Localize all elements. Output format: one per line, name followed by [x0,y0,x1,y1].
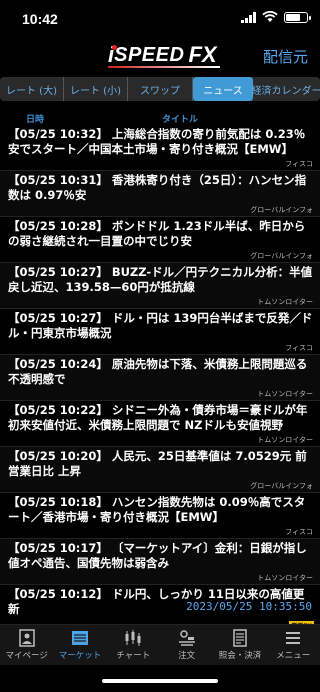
news-source: トムソンロイター [257,298,313,306]
mypage-icon [18,629,35,647]
tab-rate-small[interactable]: レート (小) [64,77,128,101]
current-timestamp: 2023/05/25 10:35:50 [186,600,312,613]
home-indicator[interactable] [102,679,218,683]
app-header: i SPEED FX 配信元 [0,40,320,72]
news-title: 【05/25 10:27】 ドル・円は 139円台半ばまで反発／ドル・円東京市場… [8,311,313,340]
delivery-source-link[interactable]: 配信元 [263,46,308,67]
news-item[interactable]: 【05/25 10:27】 BUZZ-ドル／円テクニカル分析：半値戻し近辺、13… [0,263,320,309]
nav-order[interactable]: 注文 [160,625,213,665]
nav-label: チャート [116,651,151,661]
nav-inquiry-settlement[interactable]: 照会・決済 [213,625,266,665]
nav-label: マーケット [58,651,102,661]
ispeed-fx-logo: i SPEED FX [108,40,220,70]
nav-menu[interactable]: メニュー [267,625,320,665]
nav-label: 注文 [178,651,196,661]
logo-underline [108,66,220,68]
news-item[interactable]: 【05/25 10:24】 原油先物は下落、米債務上限問題巡る不透明感で トムソ… [0,355,320,401]
news-item[interactable]: 【05/25 10:22】 シドニー外為・債券市場＝豪ドルが年初来安値付近、米債… [0,401,320,447]
logo-fx: FX [188,42,217,67]
news-title: 【05/25 10:31】 香港株寄り付き（25日）：ハンセン指数は 0.97％… [8,173,307,202]
news-source: グローバルインフォ [250,206,313,214]
bottom-nav: マイページ マーケット チャート 注文 照会・決済 メニュー [0,624,320,665]
tab-rate-large[interactable]: レート (大) [0,77,64,101]
logo-dot [112,45,117,50]
nav-label: 照会・決済 [218,651,262,661]
news-source: グローバルインフォ [250,252,313,260]
news-source: トムソンロイター [257,574,313,582]
nav-label: マイページ [5,651,48,661]
status-icons [241,11,311,23]
market-tabs: レート (大) レート (小) スワップ ニュース 経済カレンダー [0,77,320,101]
news-title: 【05/25 10:18】 ハンセン指数先物は 0.09％高でスタート／香港市場… [8,495,306,524]
news-title: 【05/25 10:27】 BUZZ-ドル／円テクニカル分析：半値戻し近辺、13… [8,265,313,294]
news-title: 【05/25 10:17】 〔マーケットアイ〕金利：日銀が指し値オペ通告、国債先… [8,541,307,570]
battery-fill [286,13,301,21]
news-source: グローバルインフォ [250,482,313,490]
nav-label: メニュー [276,651,311,661]
news-item[interactable]: 【05/25 10:32】 上海総合指数の寄り前気配は 0.23％安でスタート／… [0,125,320,171]
tab-news[interactable]: ニュース [193,77,253,101]
news-title: 【05/25 10:22】 シドニー外為・債券市場＝豪ドルが年初来安値付近、米債… [8,403,308,432]
news-source: フィスコ [285,344,313,352]
news-title: 【05/25 10:28】 ボンドドル 1.23ドル半ば、昨日からの弱さ継続され… [8,219,306,248]
order-icon [178,630,195,646]
news-source: トムソンロイター [257,390,313,398]
news-item[interactable]: 【05/25 10:31】 香港株寄り付き（25日）：ハンセン指数は 0.97％… [0,171,320,217]
wifi-icon [262,11,278,22]
news-title: 【05/25 10:24】 原油先物は下落、米債務上限問題巡る不透明感で [8,357,308,386]
nav-chart[interactable]: チャート [107,625,160,665]
status-bar: 10:42 [0,0,320,38]
column-date: 日時 [26,115,45,125]
nav-mypage[interactable]: マイページ [0,625,53,665]
news-list[interactable]: 【05/25 10:32】 上海総合指数の寄り前気配は 0.23％安でスタート／… [0,125,320,647]
news-source: フィスコ [285,528,313,536]
news-item[interactable]: 【05/25 10:18】 ハンセン指数先物は 0.09％高でスタート／香港市場… [0,493,320,539]
cellular-signal-icon [241,11,256,23]
column-title: タイトル [162,115,199,125]
news-item[interactable]: 【05/25 10:27】 ドル・円は 139円台半ばまで反発／ドル・円東京市場… [0,309,320,355]
chart-icon [125,630,141,646]
news-title: 【05/25 10:32】 上海総合指数の寄り前気配は 0.23％安でスタート／… [8,127,306,156]
news-source: フィスコ [285,160,313,168]
news-source: トムソンロイター [257,436,313,444]
news-column-headers: 日時 タイトル [0,111,320,125]
news-item[interactable]: 【05/25 10:17】 〔マーケットアイ〕金利：日銀が指し値オペ通告、国債先… [0,539,320,585]
inquiry-icon [233,629,247,647]
nav-market[interactable]: マーケット [53,625,106,665]
tab-economic-calendar[interactable]: 経済カレンダー [252,77,320,101]
news-item[interactable]: 【05/25 10:20】 人民元、25日基準値は 7.0529元 前営業日比 … [0,447,320,493]
news-item[interactable]: 【05/25 10:28】 ボンドドル 1.23ドル半ば、昨日からの弱さ継続され… [0,217,320,263]
market-icon [71,631,88,645]
logo-speed: SPEED [114,43,185,66]
tab-swap[interactable]: スワップ [128,77,193,101]
menu-icon [286,632,301,644]
news-title: 【05/25 10:20】 人民元、25日基準値は 7.0529元 前営業日比 … [8,449,307,478]
status-time: 10:42 [22,11,58,27]
battery-icon [284,11,311,23]
